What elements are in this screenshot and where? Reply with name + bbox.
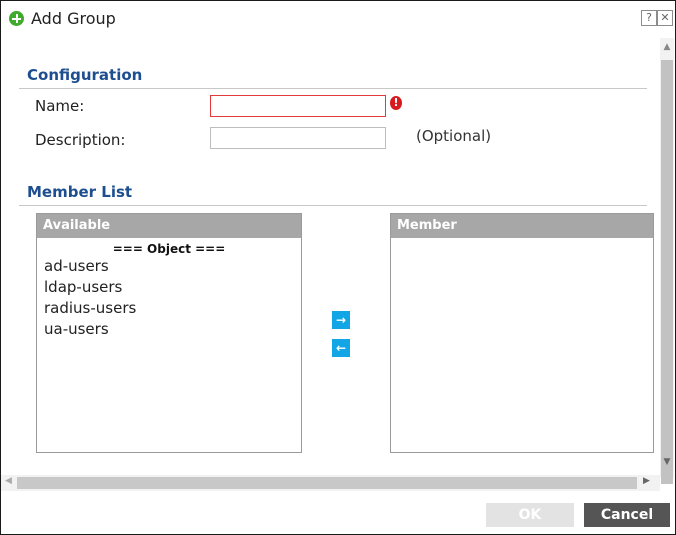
scroll-right-icon[interactable]: ▶: [643, 476, 650, 486]
title-bar: Add Group ? ✕: [1, 1, 675, 37]
scroll-up-icon[interactable]: ▲: [660, 42, 674, 52]
name-label: Name:: [35, 97, 85, 115]
add-icon: [9, 11, 24, 26]
available-list-header: Available: [37, 214, 301, 238]
list-item-ua-users[interactable]: ua-users: [37, 319, 301, 340]
scroll-left-icon[interactable]: ◀: [5, 476, 12, 486]
move-right-button[interactable]: →: [332, 311, 350, 329]
configuration-heading: Configuration: [27, 66, 143, 84]
available-list[interactable]: Available === Object === ad-users ldap-u…: [36, 213, 302, 453]
move-left-button[interactable]: ←: [332, 339, 350, 357]
member-list[interactable]: Member: [390, 213, 654, 453]
member-list-header: Member: [391, 214, 653, 238]
member-list-divider: [19, 205, 647, 206]
list-item-ad-users[interactable]: ad-users: [37, 256, 301, 277]
dialog-footer: OK Cancel: [1, 493, 675, 534]
help-button[interactable]: ?: [641, 10, 657, 26]
scroll-down-icon[interactable]: ▼: [660, 457, 674, 467]
error-icon: !: [390, 96, 402, 110]
vertical-scroll-thumb[interactable]: [661, 60, 673, 484]
cancel-button[interactable]: Cancel: [584, 503, 670, 527]
optional-note: (Optional): [416, 127, 492, 145]
add-group-dialog: Add Group ? ✕ Configuration Name: ! Desc…: [0, 0, 676, 535]
close-button[interactable]: ✕: [657, 10, 673, 26]
member-list-heading: Member List: [27, 183, 133, 201]
configuration-divider: [19, 88, 647, 89]
horizontal-scrollbar[interactable]: ◀ ▶: [1, 475, 660, 491]
name-input[interactable]: [210, 95, 386, 117]
dialog-title: Add Group: [31, 9, 116, 28]
list-group-label: === Object ===: [112, 242, 226, 256]
ok-button[interactable]: OK: [486, 503, 574, 527]
description-label: Description:: [35, 131, 126, 149]
description-input[interactable]: [210, 127, 386, 149]
list-item-ldap-users[interactable]: ldap-users: [37, 277, 301, 298]
vertical-scrollbar[interactable]: ▲ ▼: [660, 38, 674, 484]
list-item-radius-users[interactable]: radius-users: [37, 298, 301, 319]
horizontal-scroll-thumb[interactable]: [17, 477, 637, 489]
